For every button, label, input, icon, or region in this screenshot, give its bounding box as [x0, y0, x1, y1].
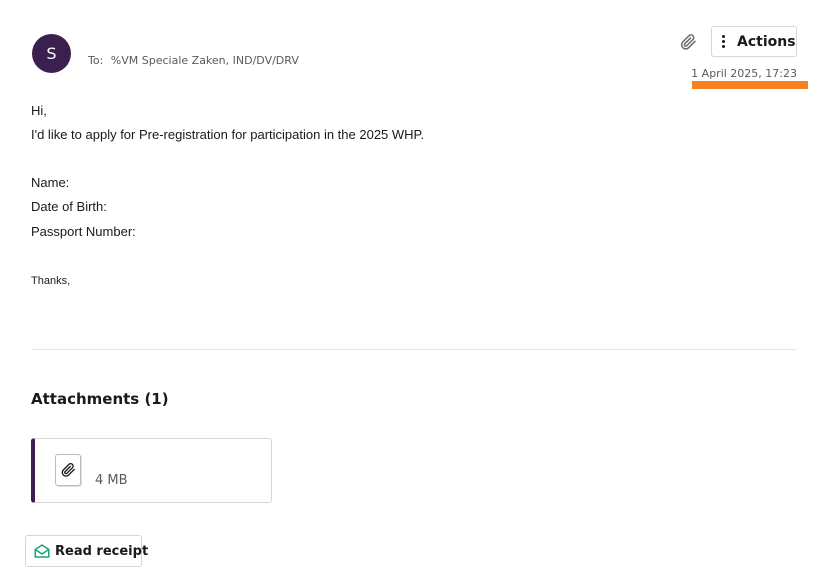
closing-text: Thanks,: [31, 275, 71, 287]
avatar-initial: S: [46, 44, 57, 63]
field-name-label: Name:: [31, 175, 70, 190]
intro-text: I'd like to apply for Pre-registration f…: [31, 127, 425, 142]
attachment-size: 4 MB: [95, 473, 128, 488]
section-divider: [31, 349, 797, 350]
recipient-line: To: %VM Speciale Zaken, IND/DV/DRV: [88, 54, 299, 67]
attachment-card[interactable]: 4 MB: [31, 438, 272, 503]
paperclip-icon: [55, 454, 81, 486]
envelope-open-icon: [33, 542, 51, 560]
read-receipt-button[interactable]: Read receipt: [25, 535, 148, 567]
paperclip-icon[interactable]: [679, 33, 697, 51]
actions-button[interactable]: Actions: [711, 26, 797, 57]
field-dob-label: Date of Birth:: [31, 199, 107, 214]
highlight-marker: [692, 81, 808, 89]
greeting-text: Hi,: [31, 103, 47, 118]
read-receipt-label: Read receipt: [55, 543, 149, 559]
to-label: To:: [88, 54, 104, 67]
kebab-icon: [722, 35, 726, 48]
sender-avatar: S: [32, 34, 71, 73]
message-timestamp: 1 April 2025, 17:23: [691, 67, 797, 80]
attachments-heading: Attachments (1): [31, 390, 169, 408]
actions-label: Actions: [737, 33, 796, 50]
to-recipients: %VM Speciale Zaken, IND/DV/DRV: [110, 54, 299, 67]
field-passport-label: Passport Number:: [31, 224, 136, 239]
